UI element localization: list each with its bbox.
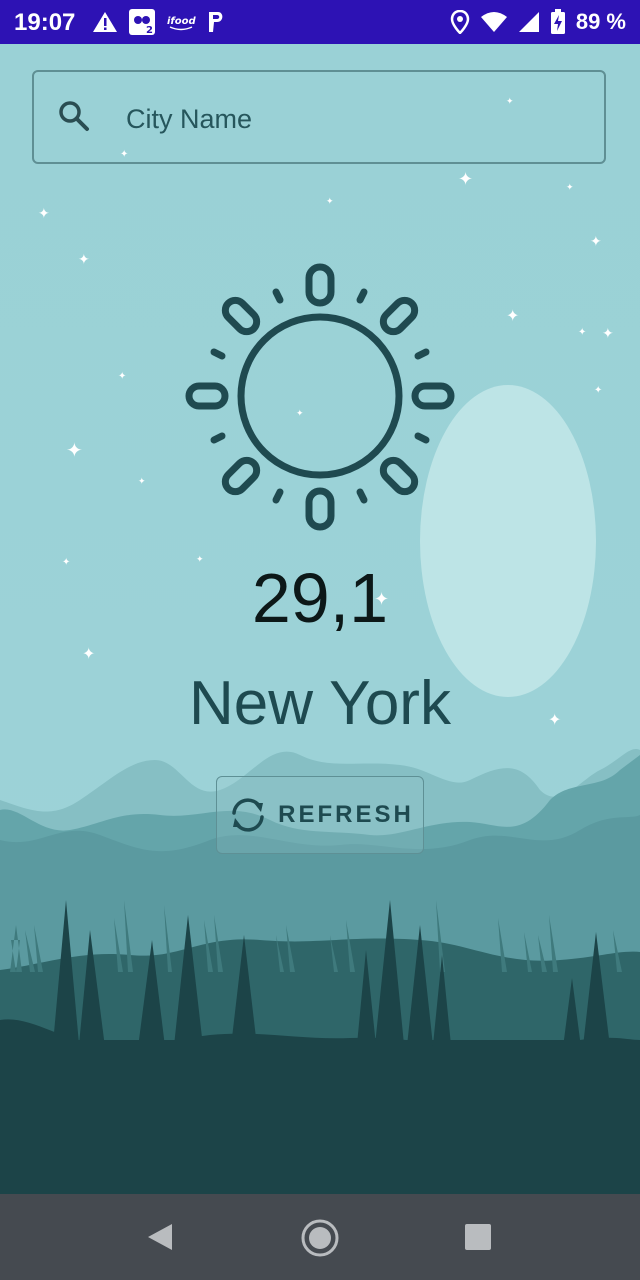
ifood-icon: ifood: [167, 16, 196, 31]
sun-icon: [185, 263, 455, 531]
search-icon: [59, 101, 89, 131]
battery-percentage: 89 %: [575, 9, 626, 34]
refresh-button[interactable]: REFRESH: [216, 776, 424, 854]
system-icons: 89 %: [450, 9, 626, 35]
status-bar: 19:07 2 ifood 89 %: [0, 0, 640, 44]
home-button[interactable]: [300, 1218, 340, 1258]
star: ✦: [326, 196, 334, 206]
paypal-icon: [209, 12, 223, 32]
star: ✦: [602, 325, 614, 341]
temperature-value: 29,1: [251, 559, 389, 637]
star: ✦: [506, 308, 520, 325]
svg-text:ifood: ifood: [167, 16, 196, 27]
star: ✦: [458, 169, 474, 189]
svg-text:2: 2: [146, 25, 153, 36]
star: ✦: [66, 440, 83, 462]
sim-card-icon: 2: [129, 9, 155, 36]
city-name-input[interactable]: [124, 96, 588, 142]
star: ✦: [594, 385, 603, 396]
star: ✦: [82, 646, 96, 663]
search-box[interactable]: [32, 70, 606, 164]
refresh-icon: [232, 798, 264, 832]
back-button[interactable]: [146, 1222, 174, 1252]
location-icon: [450, 10, 470, 34]
refresh-label: REFRESH: [278, 801, 414, 828]
signal-icon: [518, 12, 539, 32]
notification-icons: 2 ifood: [92, 8, 226, 36]
star: ✦: [138, 476, 146, 486]
star: ✦: [118, 371, 127, 382]
city-name-label: New York: [189, 669, 451, 738]
star: ✦: [566, 182, 574, 192]
wifi-icon: [480, 12, 507, 32]
star: ✦: [38, 205, 50, 221]
star: ✦: [578, 327, 587, 338]
star: ✦: [78, 251, 90, 267]
battery-charging-icon: [550, 9, 565, 34]
warning-icon: [93, 12, 117, 32]
recents-button[interactable]: [465, 1224, 491, 1250]
star: ✦: [590, 233, 602, 249]
status-time: 19:07: [14, 9, 76, 36]
